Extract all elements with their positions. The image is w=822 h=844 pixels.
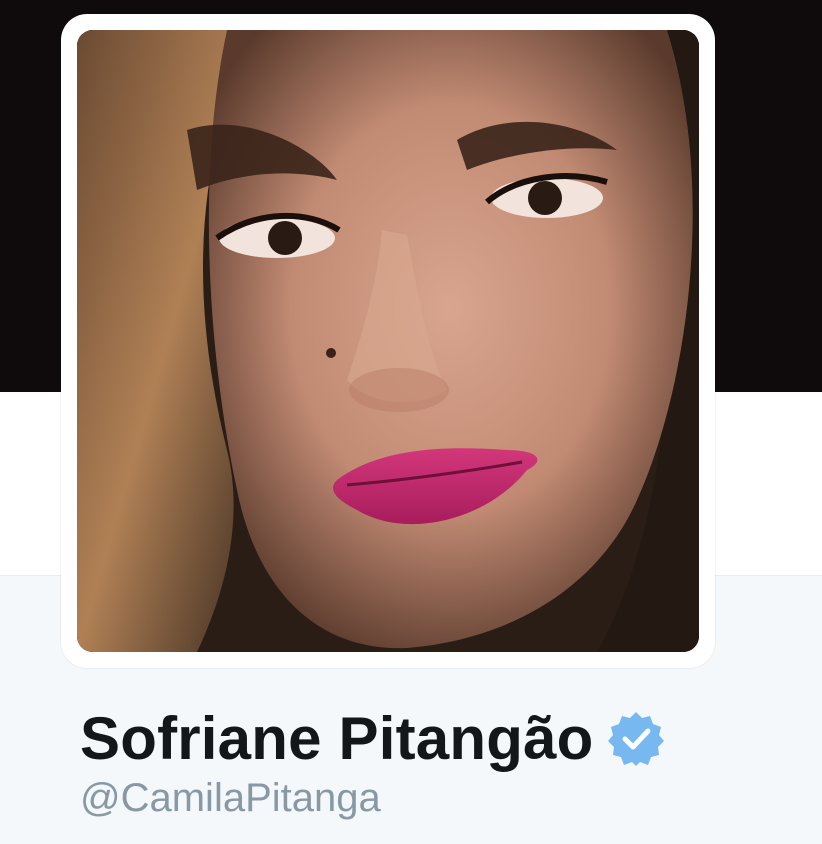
verified-badge-icon [607,710,664,766]
display-name-row: Sofriane Pitangão [80,698,664,778]
avatar[interactable] [77,30,699,652]
user-handle[interactable]: @CamilaPitanga [80,776,381,821]
avatar-photo [77,30,699,652]
display-name[interactable]: Sofriane Pitangão [80,704,594,773]
avatar-frame[interactable] [61,14,715,668]
